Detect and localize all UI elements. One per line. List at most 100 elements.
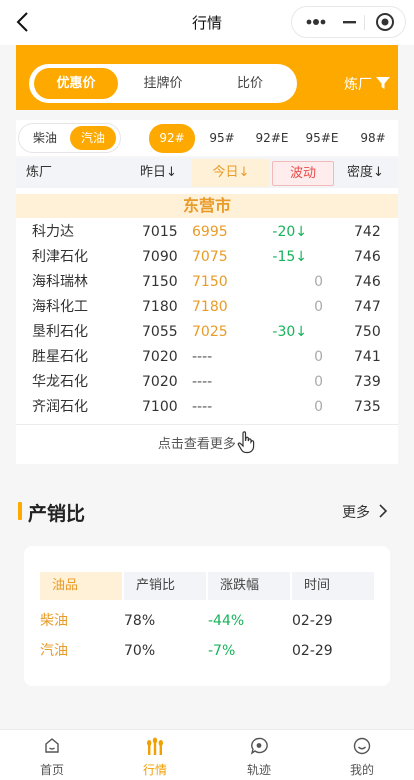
nav-bar: 行情: [0, 0, 414, 45]
today-price: 7150: [192, 274, 228, 290]
target-icon: [376, 13, 394, 31]
price-type-header: 优惠价 挂牌价 比价 炼厂: [16, 45, 398, 110]
minimize-button[interactable]: [330, 7, 368, 37]
yesterday-price: 7100: [142, 399, 178, 415]
price-wave: 0: [314, 374, 323, 390]
tab-discount-price[interactable]: 优惠价: [34, 68, 118, 99]
yesterday-price: 7015: [142, 224, 178, 240]
down-arrow-icon: ↓: [295, 249, 307, 265]
tab-mine-label: 我的: [349, 763, 374, 777]
table-row[interactable]: 垦利石化 7055 7025 -30↓ 750: [16, 320, 398, 345]
table-row[interactable]: 利津石化 7090 7075 -15↓ 746: [16, 245, 398, 270]
grade-95[interactable]: 95#: [200, 124, 244, 153]
time-value: 02-29: [292, 613, 333, 629]
today-price: ----: [192, 349, 213, 365]
col-ratio: 产销比: [124, 572, 206, 600]
yesterday-price: 7150: [142, 274, 178, 290]
product-name: 汽油: [40, 643, 68, 659]
price-wave: 0: [314, 274, 323, 290]
grade-92[interactable]: 92#: [149, 124, 195, 153]
sort-down-arrow-icon: ↓: [373, 165, 384, 180]
price-wave: 0: [314, 349, 323, 365]
smile-icon: [353, 737, 371, 755]
capsule-divider: [364, 15, 365, 30]
fuel-gasoline[interactable]: 汽油: [70, 126, 116, 150]
table-row[interactable]: 齐润石化 7100 ---- 0 735: [16, 395, 398, 420]
sort-down-arrow-icon: ↓: [238, 165, 250, 180]
col-change: 涨跌幅: [208, 572, 290, 600]
sort-down-arrow-icon: ↓: [166, 165, 177, 180]
fuel-diesel[interactable]: 柴油: [22, 126, 68, 150]
col-today[interactable]: 今日↓: [192, 159, 270, 187]
refinery-name: 海科化工: [32, 299, 88, 315]
refinery-filter-button[interactable]: 炼厂: [344, 74, 390, 94]
fuel-type-toggle: 柴油 汽油: [18, 123, 121, 153]
today-price: 6995: [192, 224, 228, 240]
table-row[interactable]: 胜星石化 7020 ---- 0 741: [16, 345, 398, 370]
yesterday-price: 7020: [142, 374, 178, 390]
table-row[interactable]: 科力达 7015 6995 -20↓ 742: [16, 220, 398, 245]
table-row[interactable]: 海科瑞林 7150 7150 0 746: [16, 270, 398, 295]
price-type-tabs: 优惠价 挂牌价 比价: [29, 64, 297, 103]
price-table-header: 炼厂 昨日↓ 今日↓ 波动 密度↓: [16, 158, 398, 188]
tab-track[interactable]: 轨迹: [229, 730, 289, 780]
density-value: 746: [354, 274, 381, 290]
grade-98[interactable]: 98#: [352, 124, 394, 153]
refinery-name: 胜星石化: [32, 349, 88, 365]
yesterday-price: 7180: [142, 299, 178, 315]
section-accent-bar: [18, 502, 22, 520]
price-wave: 0: [314, 299, 323, 315]
grade-92e[interactable]: 92#E: [250, 124, 294, 153]
density-value: 750: [354, 324, 381, 340]
tab-listed-price[interactable]: 挂牌价: [121, 68, 205, 99]
yesterday-price: 7090: [142, 249, 178, 265]
filter-icon: [376, 77, 390, 89]
down-arrow-icon: ↓: [295, 324, 307, 340]
today-price: 7180: [192, 299, 228, 315]
table-row[interactable]: 华龙石化 7020 ---- 0 739: [16, 370, 398, 395]
tab-market[interactable]: 行情: [125, 730, 185, 780]
density-value: 739: [354, 374, 381, 390]
refinery-name: 垦利石化: [32, 324, 88, 340]
change-value: -7%: [208, 643, 236, 659]
density-value: 742: [354, 224, 381, 240]
back-icon[interactable]: [14, 10, 34, 34]
tab-home[interactable]: 首页: [22, 730, 82, 780]
ratio-value: 70%: [124, 643, 156, 659]
today-price: ----: [192, 374, 213, 390]
wave-value: -15: [272, 249, 296, 265]
price-wave: -15↓: [261, 245, 307, 270]
col-yesterday[interactable]: 昨日↓: [140, 158, 177, 188]
minimize-icon: [343, 21, 356, 24]
grade-95e[interactable]: 95#E: [300, 124, 344, 153]
price-table-body: 东营市 科力达 7015 6995 -20↓ 742 利津石化 7090 707…: [16, 188, 398, 464]
section-more-button[interactable]: 更多: [342, 502, 388, 522]
view-more-label: 点击查看更多: [157, 437, 236, 452]
yesterday-price: 7055: [142, 324, 178, 340]
close-program-button[interactable]: [366, 7, 404, 37]
more-dots-button[interactable]: [296, 7, 334, 37]
fuel-grade-filter: 柴油 汽油 92# 95# 92#E 95#E 98#: [16, 120, 398, 156]
chat-bubble-icon: [250, 737, 268, 755]
tab-market-label: 行情: [142, 763, 167, 777]
price-wave: 0: [314, 399, 323, 415]
col-wave[interactable]: 波动: [272, 161, 334, 186]
table-row[interactable]: 海科化工 7180 7180 0 747: [16, 295, 398, 320]
tab-compare-price[interactable]: 比价: [208, 68, 292, 99]
col-density[interactable]: 密度↓: [347, 158, 384, 188]
section-title: 产销比: [28, 503, 86, 525]
today-price: 7025: [192, 324, 228, 340]
home-icon: [45, 738, 59, 753]
price-wave: -20↓: [261, 220, 307, 245]
section-more-label: 更多: [342, 505, 370, 521]
density-value: 747: [354, 299, 381, 315]
density-value: 735: [354, 399, 381, 415]
hand-pointer-icon: [237, 431, 255, 454]
tab-mine[interactable]: 我的: [332, 730, 392, 780]
refinery-name: 齐润石化: [32, 399, 88, 415]
refinery-name: 华龙石化: [32, 374, 88, 390]
refinery-name: 科力达: [32, 224, 74, 240]
view-more-button[interactable]: 点击查看更多: [16, 424, 398, 464]
col-today-label: 今日: [212, 165, 239, 180]
col-refinery: 炼厂: [26, 165, 53, 180]
